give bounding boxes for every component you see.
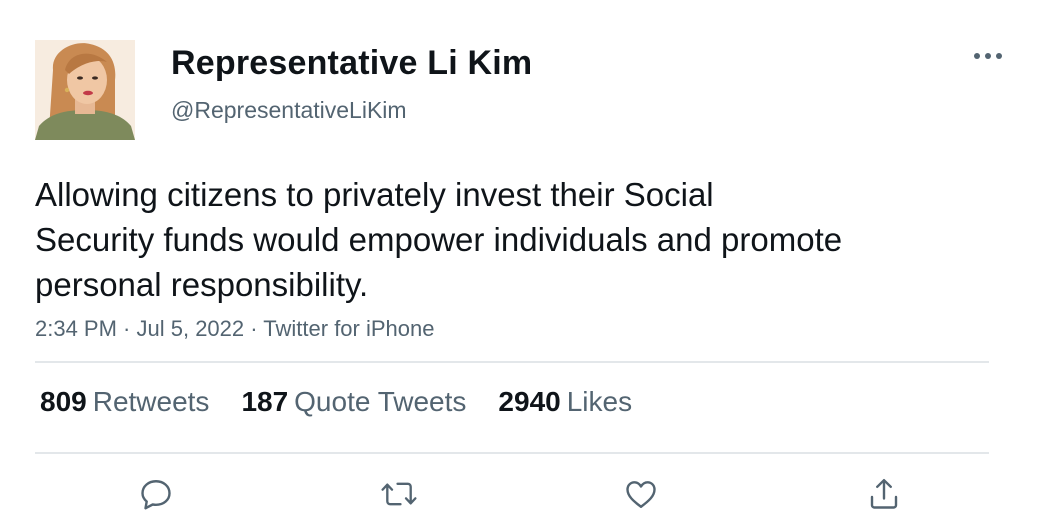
- retweet-icon: [381, 482, 417, 506]
- tweet-card: Representative Li Kim @RepresentativeLiK…: [0, 0, 1050, 525]
- retweet-button[interactable]: [377, 472, 421, 516]
- retweets-count: 809: [40, 386, 87, 417]
- share-icon: [870, 479, 898, 509]
- retweets-label: Retweets: [92, 386, 210, 417]
- tweet-text-line: personal responsibility.: [35, 266, 369, 303]
- tweet-text-line: Security funds would empower individuals…: [35, 221, 843, 258]
- likes-count: 2940: [498, 386, 561, 417]
- tweet-metadata: 2:34 PM · Jul 5, 2022 · Twitter for iPho…: [35, 316, 434, 342]
- heart-icon: [626, 481, 656, 508]
- retweets-stat[interactable]: 809 Retweets: [40, 386, 209, 418]
- more-dots-icon: [974, 53, 1002, 59]
- tweet-date[interactable]: Jul 5, 2022: [137, 316, 245, 341]
- quote-tweets-count: 187: [241, 386, 289, 417]
- user-handle[interactable]: @RepresentativeLiKim: [171, 97, 407, 124]
- tweet-source[interactable]: Twitter for iPhone: [263, 316, 434, 341]
- quote-tweets-label: Quote Tweets: [294, 386, 467, 417]
- like-button[interactable]: [619, 472, 663, 516]
- action-bar: [0, 472, 1050, 516]
- reply-icon: [141, 480, 171, 510]
- meta-separator: ·: [244, 316, 264, 341]
- divider: [35, 361, 989, 363]
- likes-label: Likes: [566, 386, 633, 417]
- more-options-button[interactable]: [966, 44, 1010, 68]
- likes-stat[interactable]: 2940 Likes: [498, 386, 632, 418]
- reply-button[interactable]: [134, 472, 178, 516]
- meta-separator: ·: [116, 316, 137, 341]
- share-button[interactable]: [862, 472, 906, 516]
- avatar[interactable]: [35, 40, 135, 140]
- engagement-stats: 809 Retweets 187 Quote Tweets 2940 Likes: [40, 386, 632, 418]
- tweet-time[interactable]: 2:34 PM: [35, 316, 117, 341]
- divider: [35, 452, 989, 454]
- quote-tweets-stat[interactable]: 187 Quote Tweets: [241, 386, 466, 418]
- tweet-text-line: Allowing citizens to privately invest th…: [35, 176, 714, 213]
- display-name[interactable]: Representative Li Kim: [171, 44, 532, 83]
- avatar-image: [35, 40, 135, 140]
- tweet-text: Allowing citizens to privately invest th…: [35, 172, 935, 307]
